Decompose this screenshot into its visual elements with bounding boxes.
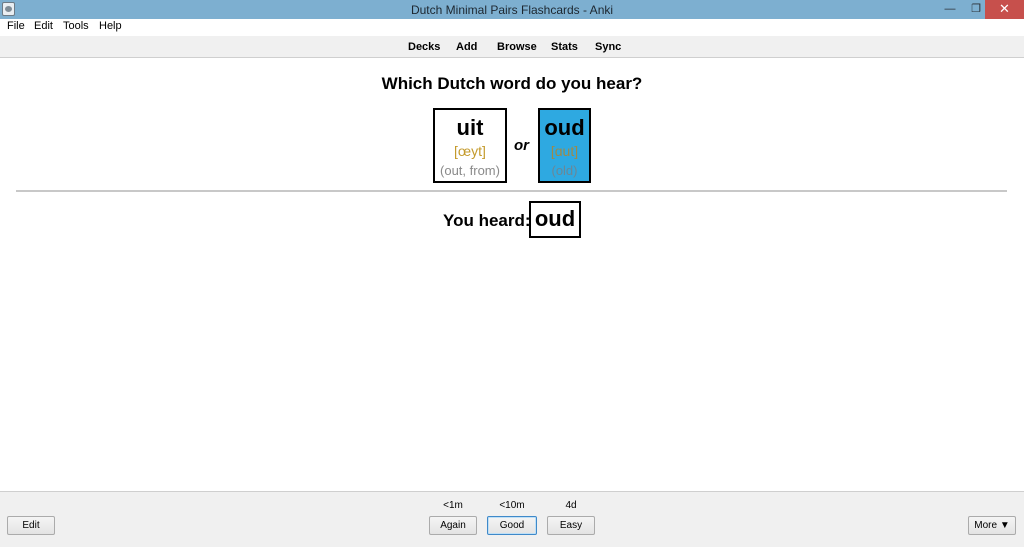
more-button[interactable]: More ▼ [968, 516, 1016, 535]
menu-bar: File Edit Tools Help [0, 19, 1024, 36]
easy-interval: 4d [565, 500, 577, 511]
menu-file[interactable]: File [7, 20, 25, 32]
option-word: uit [456, 115, 484, 140]
good-button[interactable]: Good [487, 516, 537, 535]
minimize-button[interactable]: — [937, 0, 963, 19]
good-interval: <10m [499, 500, 525, 511]
option-card-uit: uit [œyt] (out, from) [433, 108, 507, 183]
heard-word-box: oud [529, 201, 581, 238]
option-card-oud-highlighted: oud [ɑut] (old) [538, 108, 591, 183]
toolbar-browse-link[interactable]: Browse [497, 41, 537, 53]
or-separator: or [514, 137, 529, 154]
toolbar-sync-link[interactable]: Sync [595, 41, 621, 53]
edit-button[interactable]: Edit [7, 516, 55, 535]
option-ipa: [œyt] [454, 143, 486, 159]
heard-label: You heard: [443, 211, 531, 230]
toolbar-add-link[interactable]: Add [456, 41, 477, 53]
close-button[interactable]: ✕ [985, 0, 1024, 19]
answer-bar: Edit <1m <10m 4d Again Good Easy More ▼ [0, 491, 1024, 547]
toolbar-decks-link[interactable]: Decks [408, 41, 440, 53]
window-title: Dutch Minimal Pairs Flashcards - Anki [410, 3, 614, 17]
option-gloss: (out, from) [440, 163, 500, 178]
option-ipa: [ɑut] [550, 143, 579, 159]
toolbar-stats-link[interactable]: Stats [551, 41, 578, 53]
main-toolbar: Decks Add Browse Stats Sync [0, 36, 1024, 58]
again-interval: <1m [443, 500, 463, 511]
easy-button[interactable]: Easy [547, 516, 595, 535]
menu-tools[interactable]: Tools [63, 20, 89, 32]
menu-help[interactable]: Help [99, 20, 122, 32]
card-review-area: Which Dutch word do you hear? uit [œyt] … [0, 58, 1024, 491]
again-button[interactable]: Again [429, 516, 477, 535]
answer-divider [16, 190, 1007, 192]
option-word: oud [544, 115, 585, 140]
menu-edit[interactable]: Edit [34, 20, 53, 32]
option-gloss: (old) [551, 163, 578, 178]
title-bar: Dutch Minimal Pairs Flashcards - Anki — … [0, 0, 1024, 19]
card-question: Which Dutch word do you hear? [381, 74, 643, 93]
